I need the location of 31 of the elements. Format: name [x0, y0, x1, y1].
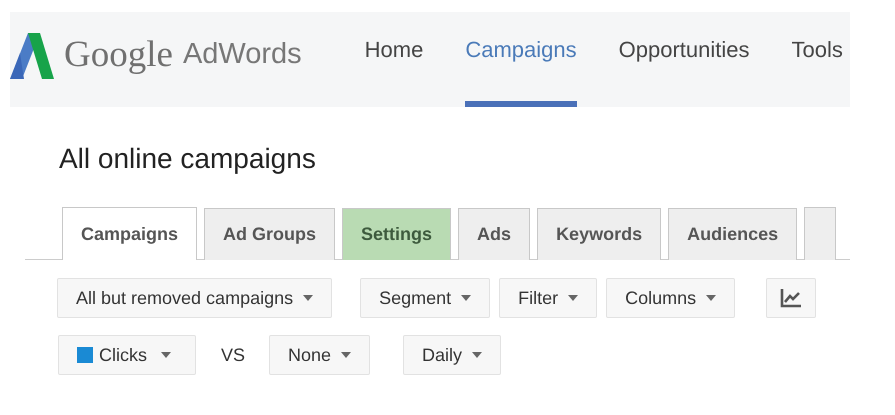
- tab[interactable]: Ad Groups: [204, 208, 336, 260]
- nav-link[interactable]: Opportunities: [618, 12, 750, 107]
- caret-icon: [461, 295, 472, 301]
- tab[interactable]: Keywords: [537, 208, 662, 260]
- dropdown-button[interactable]: Clicks: [58, 335, 196, 375]
- caret-icon: [706, 295, 716, 301]
- logo-icon: [10, 32, 54, 78]
- dropdown-button[interactable]: Daily: [403, 335, 502, 375]
- tab[interactable]: Settings: [342, 208, 452, 260]
- dropdown-button[interactable]: All but removed campaigns: [57, 278, 332, 318]
- page-title: All online campaigns: [59, 143, 317, 175]
- tab[interactable]: Campaigns: [62, 207, 198, 260]
- caret-icon: [568, 295, 578, 301]
- dropdown-button[interactable]: Segment: [360, 278, 490, 318]
- nav-link[interactable]: Home: [364, 12, 424, 107]
- caret-icon: [161, 352, 171, 358]
- dropdown-button[interactable]: Filter: [499, 278, 598, 318]
- caret-icon: [303, 295, 314, 301]
- caret-icon: [341, 352, 352, 358]
- tab[interactable]: Ads: [458, 208, 530, 260]
- dropdown-button[interactable]: Columns: [606, 278, 736, 318]
- nav-link[interactable]: Tools: [792, 12, 843, 107]
- chart-button[interactable]: [766, 278, 816, 318]
- nav-link[interactable]: Campaigns: [465, 12, 577, 107]
- versus-label: VS: [221, 344, 246, 366]
- caret-icon: [472, 352, 482, 358]
- product-name: AdWords: [182, 38, 302, 71]
- dropdown-button[interactable]: None: [269, 335, 370, 375]
- brand-name: Google: [64, 33, 173, 76]
- line-chart-icon: [780, 288, 802, 308]
- tab[interactable]: Audiences: [668, 208, 798, 260]
